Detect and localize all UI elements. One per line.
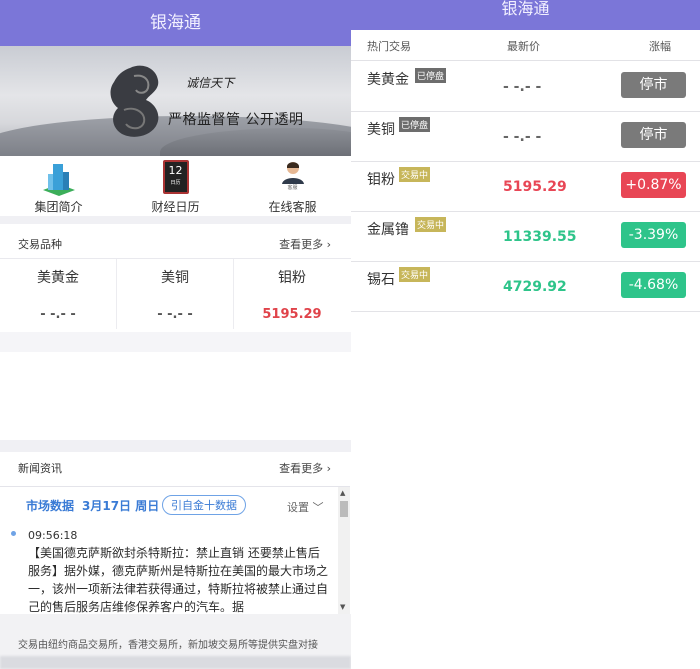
change-badge: 停市 — [621, 72, 686, 98]
product-price: - -.- - — [157, 307, 193, 322]
product-name: 美铜 — [161, 270, 189, 286]
table-header: 热门交易 最新价 涨幅 — [351, 30, 700, 61]
status-badge: 已停盘 — [399, 117, 431, 132]
column-header-change: 涨幅 — [649, 40, 671, 53]
status-badge: 交易中 — [399, 167, 431, 182]
support-agent-icon — [281, 162, 304, 184]
quick-link-support[interactable]: 客服 在线客服 — [234, 156, 351, 216]
product-price: 5195.29 — [262, 307, 322, 322]
latest-price: 4729.92 — [503, 279, 567, 295]
products-grid: 美黄金 - -.- - 美铜 - -.- - 钼粉 5195.29 — [0, 258, 351, 329]
divider — [0, 332, 351, 352]
news-scrollbar[interactable]: ▲ ▼ — [338, 487, 350, 615]
product-card[interactable]: 美黄金 - -.- - — [0, 259, 117, 329]
latest-price: 11339.55 — [503, 229, 577, 245]
market-data-date: 3月17日 周日 — [82, 499, 160, 513]
change-badge: 停市 — [621, 122, 686, 148]
market-data-title: 市场数据 — [26, 499, 75, 513]
view-more-link[interactable]: 查看更多 › — [279, 460, 331, 476]
product-card[interactable]: 钼粉 5195.29 — [234, 259, 350, 329]
dragon-statue-icon — [110, 65, 159, 137]
quick-link-calendar[interactable]: 12 日历 财经日历 — [117, 156, 234, 216]
calendar-icon: 12 日历 — [162, 160, 189, 194]
app-title: 银海通 — [0, 0, 351, 46]
footer: 交易由纽约商品交易所，香港交易所，新加坡交易所等提供实盘对接 — [0, 614, 351, 669]
scroll-down-icon[interactable]: ▼ — [340, 603, 345, 611]
section-title: 交易品种 — [18, 238, 62, 251]
column-header-price: 最新价 — [507, 40, 540, 53]
change-badge: +0.87% — [621, 172, 686, 198]
news-time: 09:56:18 — [28, 529, 78, 542]
product-name: 钼粉 — [278, 270, 306, 286]
table-row[interactable]: 锡石 交易中 4729.92 -4.68% — [351, 261, 700, 312]
product-name: 美黄金 — [37, 270, 79, 286]
divider — [0, 440, 351, 452]
quick-link-label: 集团简介 — [34, 200, 83, 214]
news-panel: 市场数据 3月17日 周日 引自金十数据 设置 ﹀ 09:56:18 【美国德克… — [0, 486, 350, 615]
source-badge[interactable]: 引自金十数据 — [162, 495, 246, 515]
building-icon — [42, 164, 75, 196]
news-text[interactable]: 【美国德克萨斯欲封杀特斯拉：禁止直销 还要禁止售后服务】据外媒，德克萨斯州是特斯… — [28, 544, 328, 615]
support-icon-caption: 客服 — [287, 185, 298, 191]
section-title: 新闻资讯 — [18, 462, 62, 475]
divider — [0, 216, 351, 224]
commodity-name: 金属镥 — [367, 222, 409, 238]
bottom-bar — [0, 656, 351, 669]
scroll-up-icon[interactable]: ▲ — [340, 489, 345, 497]
column-header-name: 热门交易 — [367, 40, 411, 53]
change-badge: -4.68% — [621, 272, 686, 298]
scroll-thumb[interactable] — [340, 501, 348, 517]
promo-banner[interactable]: 诚信天下 严格监督管 公开透明 — [0, 46, 351, 156]
banner-slogan-top: 诚信天下 — [186, 76, 235, 90]
commodity-name: 锡石 — [367, 272, 395, 288]
quick-link-label: 财经日历 — [151, 200, 200, 214]
change-badge: -3.39% — [621, 222, 686, 248]
latest-price: - -.- - — [503, 129, 542, 145]
latest-price: - -.- - — [503, 79, 542, 95]
calendar-icon-caption: 日历 — [170, 180, 181, 186]
settings-dropdown[interactable]: 设置 ﹀ — [287, 499, 324, 515]
status-badge: 交易中 — [415, 217, 447, 232]
commodity-name: 钼粉 — [367, 172, 395, 188]
quick-link-group-intro[interactable]: 集团简介 — [0, 156, 117, 216]
products-section-header: 交易品种 查看更多 › — [0, 228, 351, 256]
table-row[interactable]: 美黄金 已停盘 - -.- - 停市 — [351, 61, 700, 112]
product-price: - -.- - — [40, 307, 76, 322]
commodity-name: 美铜 — [367, 122, 395, 138]
app-title: 银海通 — [351, 0, 700, 30]
quick-link-label: 在线客服 — [268, 200, 317, 214]
table-row[interactable]: 钼粉 交易中 5195.29 +0.87% — [351, 161, 700, 212]
commodity-name: 美黄金 — [367, 72, 409, 88]
status-badge: 交易中 — [399, 267, 431, 282]
news-section-header: 新闻资讯 查看更多 › — [0, 452, 351, 480]
product-card[interactable]: 美铜 - -.- - — [117, 259, 234, 329]
calendar-icon-number: 12 — [168, 164, 183, 177]
disclaimer-text: 交易由纽约商品交易所，香港交易所，新加坡交易所等提供实盘对接 — [18, 640, 318, 651]
table-row[interactable]: 金属镥 交易中 11339.55 -3.39% — [351, 211, 700, 262]
view-more-link[interactable]: 查看更多 › — [279, 236, 331, 252]
banner-slogan: 严格监督管 公开透明 — [168, 112, 304, 128]
timeline-dot-icon — [11, 531, 16, 536]
quick-links: 集团简介 12 日历 财经日历 客服 在线客服 — [0, 156, 351, 216]
latest-price: 5195.29 — [503, 179, 567, 195]
status-badge: 已停盘 — [415, 68, 447, 83]
table-row[interactable]: 美铜 已停盘 - -.- - 停市 — [351, 111, 700, 162]
